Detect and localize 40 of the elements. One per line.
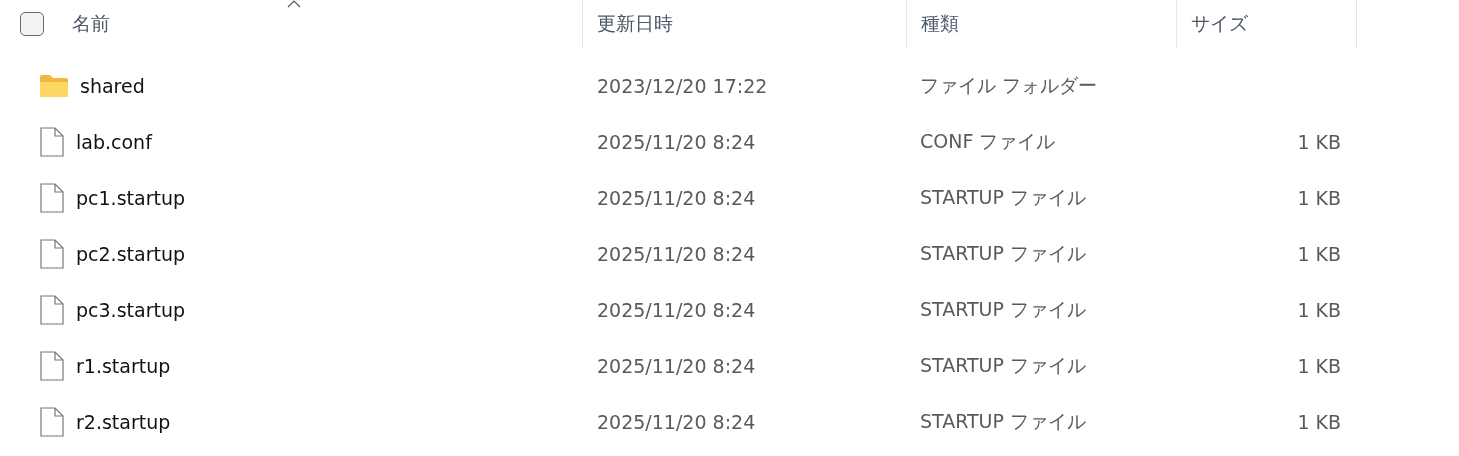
file-name[interactable]: pc3.startup — [76, 299, 185, 321]
file-name[interactable]: r1.startup — [76, 355, 171, 377]
column-header[interactable]: 名前 — [44, 4, 124, 44]
file-icon — [40, 127, 64, 157]
column-header[interactable]: サイズ — [1177, 4, 1262, 44]
column-header[interactable]: 種類 — [907, 4, 973, 44]
file-name[interactable]: pc1.startup — [76, 187, 185, 209]
file-name[interactable]: pc2.startup — [76, 243, 185, 265]
modified-date: 2025/11/20 8:24 — [597, 187, 756, 209]
file-type: STARTUP ファイル — [920, 242, 1087, 264]
file-icon — [40, 407, 64, 437]
modified-date: 2025/11/20 8:24 — [597, 243, 756, 265]
file-size: 1 KB — [1297, 299, 1341, 321]
file-icon — [40, 183, 64, 213]
file-size: 1 KB — [1297, 243, 1341, 265]
file-size: 1 KB — [1297, 411, 1341, 433]
file-type: STARTUP ファイル — [920, 186, 1087, 208]
column-header[interactable]: 更新日時 — [583, 4, 687, 44]
file-name[interactable]: r2.startup — [76, 411, 171, 433]
file-type: ファイル フォルダー — [920, 74, 1098, 96]
file-type: STARTUP ファイル — [920, 298, 1087, 320]
modified-date: 2023/12/20 17:22 — [597, 75, 768, 97]
sort-caret-icon — [287, 0, 301, 8]
file-type: CONF ファイル — [920, 130, 1056, 152]
modified-date: 2025/11/20 8:24 — [597, 411, 756, 433]
file-type: STARTUP ファイル — [920, 410, 1087, 432]
modified-date: 2025/11/20 8:24 — [597, 131, 756, 153]
file-size: 1 KB — [1297, 131, 1341, 153]
modified-date: 2025/11/20 8:24 — [597, 355, 756, 377]
select-all-checkbox[interactable] — [20, 12, 44, 36]
file-name[interactable]: shared — [80, 75, 145, 97]
folder-icon — [40, 75, 68, 97]
file-size: 1 KB — [1297, 355, 1341, 377]
file-size: 1 KB — [1297, 187, 1341, 209]
modified-date: 2025/11/20 8:24 — [597, 299, 756, 321]
file-icon — [40, 295, 64, 325]
file-name[interactable]: lab.conf — [76, 131, 152, 153]
file-icon — [40, 351, 64, 381]
file-type: STARTUP ファイル — [920, 354, 1087, 376]
file-icon — [40, 239, 64, 269]
